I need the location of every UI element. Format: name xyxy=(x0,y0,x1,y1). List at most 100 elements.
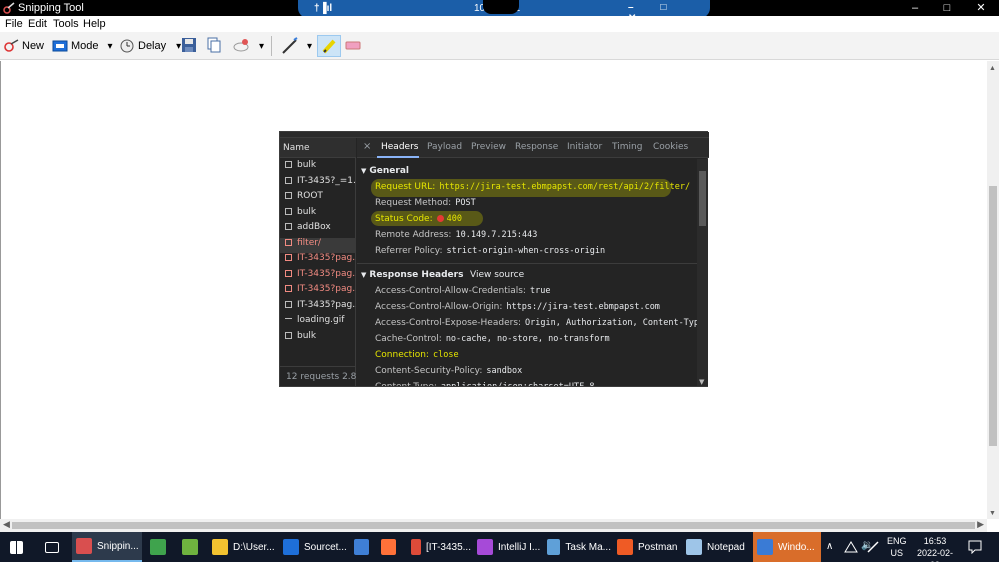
tab-preview[interactable]: Preview xyxy=(471,142,506,152)
request-name: IT-3435?pag... xyxy=(297,299,356,310)
header-value-text: 10.149.7.215:443 xyxy=(455,230,538,240)
minimize-button[interactable]: – xyxy=(900,0,930,16)
mode-dropdown-arrow[interactable]: ▾ xyxy=(108,41,113,52)
mode-button[interactable]: Mode ▾ xyxy=(52,37,113,55)
tab-cookies[interactable]: Cookies xyxy=(653,142,688,152)
taskbar-item[interactable] xyxy=(41,532,67,562)
scroll-left-icon[interactable]: ◀ xyxy=(3,519,10,530)
pen-dropdown-arrow[interactable]: ▾ xyxy=(307,37,312,55)
header-value[interactable]: sandbox xyxy=(486,366,522,376)
pen-tray-icon[interactable] xyxy=(866,540,880,554)
tab-payload[interactable]: Payload xyxy=(427,142,462,152)
request-list-item[interactable]: ROOT xyxy=(280,191,356,207)
highlighter-button[interactable] xyxy=(317,35,341,57)
send-snip-icon[interactable] xyxy=(232,37,252,53)
delay-button[interactable]: Delay ▾ xyxy=(119,37,181,55)
header-value[interactable]: 400 xyxy=(436,214,462,224)
taskbar-item[interactable] xyxy=(146,532,172,562)
vertical-scroll-thumb[interactable] xyxy=(989,186,997,446)
notifications-icon[interactable] xyxy=(968,540,982,554)
pin-icon[interactable] xyxy=(483,0,519,14)
taskbar-item[interactable] xyxy=(178,532,204,562)
request-list-item[interactable]: IT-3435?pag... xyxy=(280,253,356,269)
taskbar-item[interactable]: [IT-3435... xyxy=(407,532,471,562)
horizontal-scroll-thumb[interactable] xyxy=(12,522,975,529)
request-list-item[interactable]: bulk xyxy=(280,207,356,223)
taskbar-item[interactable]: Postman xyxy=(613,532,679,562)
header-value[interactable]: strict-origin-when-cross-origin xyxy=(447,246,606,256)
headers-scroll-thumb[interactable] xyxy=(699,171,706,226)
header-value[interactable]: true xyxy=(530,286,550,296)
request-list-item[interactable]: bulk xyxy=(280,160,356,176)
document-icon xyxy=(285,238,292,246)
general-section-title[interactable]: ▼ General xyxy=(361,166,409,176)
request-list-item[interactable]: IT-3435?pag... xyxy=(280,269,356,285)
request-list-item[interactable]: IT-3435?pag... xyxy=(280,284,356,300)
scroll-down-icon[interactable]: ▼ xyxy=(989,510,996,517)
header-value[interactable]: application/json;charset=UTF-8 xyxy=(441,382,595,386)
request-list-item[interactable]: filter/ xyxy=(280,237,356,253)
taskbar-item[interactable]: Sourcet... xyxy=(279,532,347,562)
scroll-down-icon[interactable]: ▼ xyxy=(699,378,704,386)
close-button[interactable]: ✕ xyxy=(966,0,996,16)
header-value[interactable]: close xyxy=(433,350,459,360)
taskbar-item[interactable]: D:\User... xyxy=(208,532,276,562)
maximize-button[interactable]: □ xyxy=(932,0,962,16)
response-headers-section-title[interactable]: ▼ Response Headers View source xyxy=(361,270,691,280)
menu-help[interactable]: Help xyxy=(83,18,106,30)
scroll-up-icon[interactable]: ▲ xyxy=(989,65,996,72)
mode-button-label: Mode xyxy=(71,40,99,52)
eraser-icon[interactable] xyxy=(344,37,362,53)
header-row: Status Code: 400 xyxy=(375,214,462,224)
new-button[interactable]: New xyxy=(3,37,44,55)
headers-scrollbar[interactable]: ▼ xyxy=(697,159,708,386)
devtools-screenshot: Name bulk IT-3435?_=1... ROOT bulk addBox fil… xyxy=(279,131,709,387)
header-value[interactable]: 10.149.7.215:443 xyxy=(455,230,537,240)
taskbar-item[interactable] xyxy=(377,532,401,562)
request-name: filter/ xyxy=(297,237,321,248)
taskbar-item[interactable]: IntelliJ I... xyxy=(473,532,541,562)
tab-initiator[interactable]: Initiator xyxy=(567,142,602,152)
horizontal-scrollbar[interactable]: ◀ ▶ xyxy=(0,519,987,532)
taskbar-item[interactable]: Notepad xyxy=(682,532,750,562)
header-value[interactable]: Origin, Authorization, Content-Type xyxy=(525,318,697,328)
menu-edit[interactable]: Edit xyxy=(28,18,47,30)
header-key: Connection: xyxy=(375,350,429,360)
request-list-item[interactable]: loading.gif xyxy=(280,315,356,331)
view-source-link[interactable]: View source xyxy=(470,270,524,280)
name-column-header[interactable]: Name xyxy=(280,138,356,158)
tab-headers[interactable]: Headers xyxy=(381,142,418,152)
snipping-tool-icon xyxy=(76,538,92,554)
menu-file[interactable]: File xyxy=(5,18,23,30)
clock[interactable]: 16:53 2022-02-09 xyxy=(912,535,958,562)
header-value[interactable]: POST xyxy=(455,198,475,208)
taskbar-item[interactable]: Windo... xyxy=(753,532,821,562)
request-list-item[interactable]: addBox xyxy=(280,222,356,238)
pen-icon[interactable] xyxy=(281,37,299,55)
tab-timing[interactable]: Timing xyxy=(612,142,642,152)
header-value[interactable]: https://jira-test.ebmpapst.com xyxy=(506,302,660,312)
menu-tools[interactable]: Tools xyxy=(53,18,79,30)
taskbar-item[interactable]: Snippin... xyxy=(72,532,142,562)
tray-chevron-icon[interactable]: ∧ xyxy=(826,541,833,562)
document-icon xyxy=(285,254,292,261)
request-list-item[interactable]: bulk xyxy=(280,331,356,347)
network-icon[interactable] xyxy=(844,540,858,554)
folder-icon xyxy=(212,539,228,555)
vertical-scrollbar[interactable]: ▲ ▼ xyxy=(987,61,999,519)
tab-response[interactable]: Response xyxy=(515,142,558,152)
send-dropdown-arrow[interactable]: ▾ xyxy=(259,37,264,55)
scroll-right-icon[interactable]: ▶ xyxy=(977,519,984,530)
request-list-item[interactable]: IT-3435?pag... xyxy=(280,300,356,316)
save-icon[interactable] xyxy=(181,37,197,53)
taskbar-item[interactable] xyxy=(6,532,32,562)
language-indicator[interactable]: ENG US xyxy=(887,535,907,562)
close-detail-icon[interactable]: × xyxy=(363,141,371,152)
copy-icon[interactable] xyxy=(206,37,222,53)
request-list-item[interactable]: IT-3435?_=1... xyxy=(280,176,356,192)
taskbar-item[interactable] xyxy=(350,532,374,562)
header-value[interactable]: https://jira-test.ebmpapst.com/rest/api/… xyxy=(439,182,690,192)
header-row: Content-Type: application/json;charset=UT… xyxy=(375,382,594,386)
taskbar-item[interactable]: Task Ma... xyxy=(543,532,611,562)
header-value[interactable]: no-cache, no-store, no-transform xyxy=(446,334,610,344)
